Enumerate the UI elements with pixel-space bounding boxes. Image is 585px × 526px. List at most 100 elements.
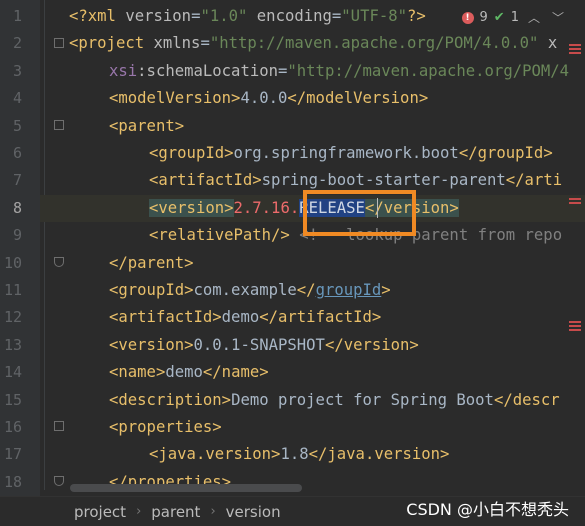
comment: <!-- lookup parent from repo [289, 226, 563, 245]
error-stripe-marker[interactable] [569, 198, 581, 200]
tag-open: <java.version> [149, 445, 281, 464]
equals: = [200, 34, 210, 53]
tag-close-start: </ [296, 281, 316, 299]
tag-content: com.example [193, 281, 297, 299]
breadcrumb-item[interactable]: version [226, 503, 281, 521]
line-number: 3 [12, 61, 22, 80]
line-number: 5 [12, 116, 22, 135]
line-number: 7 [12, 171, 22, 190]
inspection-widget[interactable]: ! 9 ✔ 1 ︿ ﹀ [461, 9, 568, 26]
error-stripe-marker[interactable] [569, 329, 581, 331]
error-icon: ! [461, 11, 474, 24]
attr-name: :schemaLocation [137, 61, 278, 80]
tag-open: <version> [109, 335, 194, 354]
equals: = [331, 7, 342, 25]
tag-open: <modelVersion> [109, 89, 241, 108]
tag-content: 1.8 [280, 445, 309, 464]
code-line-15[interactable]: <description>Demo project for Spring Boo… [109, 387, 560, 414]
code-line-16[interactable]: <properties> [109, 414, 222, 441]
tag-close: </modelVersion> [287, 89, 429, 108]
code-line-13[interactable]: <version>0.0.1-SNAPSHOT</version> [109, 332, 419, 359]
watermark: CSDN @小白不想秃头 [406, 500, 569, 519]
error-stripe-marker[interactable] [569, 325, 581, 327]
tag-open: <parent> [109, 116, 185, 135]
code-line-2[interactable]: <project xmlns="http://maven.apache.org/… [69, 30, 557, 57]
tag-open: <artifactId> [109, 308, 222, 327]
tag-open: <groupId> [109, 281, 194, 299]
breadcrumb-item[interactable]: parent [151, 503, 200, 521]
fold-open-icon[interactable] [54, 421, 64, 431]
line-number: 13 [3, 335, 22, 354]
code-line-1[interactable]: <?xml version="1.0" encoding="UTF-8"?> [69, 3, 426, 30]
xml-decl: <?xml [69, 7, 126, 25]
equals: = [278, 61, 288, 80]
code-line-8[interactable]: <version>2.7.16.RELEASE</version> [149, 195, 459, 222]
code-line-5[interactable]: <parent> [109, 113, 184, 140]
fold-open-icon[interactable] [54, 38, 64, 48]
code-line-9[interactable]: <relativePath/> <!-- lookup parent from … [149, 222, 562, 249]
tag-close: </name> [202, 363, 269, 382]
chevron-up-icon[interactable]: ︿ [525, 9, 543, 26]
line-number: 10 [3, 253, 22, 272]
version-number-error: 2.7.16. [233, 198, 300, 217]
attr-value: "http://maven.apache.org/POM/4 [287, 61, 570, 80]
error-stripe-marker[interactable] [569, 321, 581, 323]
fold-close-icon[interactable] [54, 257, 64, 267]
text-cursor [377, 198, 378, 218]
attr-name: x [538, 34, 558, 53]
breadcrumb-item[interactable]: project [74, 503, 126, 521]
chevron-down-icon[interactable]: ﹀ [549, 9, 567, 26]
horizontal-scrollbar[interactable] [70, 484, 302, 492]
error-count: 9 [479, 10, 488, 25]
ns-prefix: xsi [109, 61, 138, 80]
tag-open: <artifactId> [149, 171, 262, 190]
line-number: 11 [3, 281, 22, 299]
fold-close-icon[interactable] [54, 476, 64, 486]
code-line-14[interactable]: <name>demo</name> [109, 359, 269, 386]
fold-open-icon[interactable] [54, 120, 64, 130]
xml-decl-end: ?> [407, 7, 426, 25]
error-stripe-marker[interactable] [569, 202, 581, 204]
tag-open: <description> [109, 390, 232, 409]
error-stripe-marker[interactable] [569, 44, 581, 46]
line-number: 14 [3, 363, 22, 382]
tag-selfclose: <relativePath/> [149, 226, 290, 245]
gutter-separator [44, 0, 45, 490]
attr-name: xmlns [153, 34, 201, 53]
code-line-11[interactable]: <groupId>com.example</groupId> [109, 277, 391, 304]
line-number: 2 [12, 34, 22, 53]
line-number: 17 [3, 445, 22, 464]
tag-content: spring-boot-starter-parent [261, 171, 506, 190]
line-number: 8 [12, 198, 22, 217]
ok-count: 1 [510, 10, 519, 25]
tag-close: </java.version> [308, 445, 450, 464]
tag-close: </parent> [109, 253, 194, 272]
tag: <project [69, 34, 154, 53]
attr-value: "http://maven.apache.org/POM/4.0.0" [209, 34, 539, 53]
tag-close: </arti [505, 171, 563, 190]
line-number: 6 [12, 144, 22, 162]
code-line-18[interactable]: </properties> [109, 469, 231, 496]
check-icon: ✔ [493, 10, 505, 25]
attr-value: "1.0" [200, 7, 248, 25]
code-line-17[interactable]: <java.version>1.8</java.version> [149, 441, 449, 468]
tag-content: org.springframework.boot [233, 144, 459, 162]
tag-name-link[interactable]: groupId [316, 281, 382, 299]
code-line-12[interactable]: <artifactId>demo</artifactId> [109, 304, 381, 331]
line-number: 1 [12, 7, 22, 25]
tag-close: </descr [493, 390, 560, 409]
tag-open: <version> [149, 198, 234, 217]
code-line-4[interactable]: <modelVersion>4.0.0</modelVersion> [109, 85, 428, 112]
code-line-6[interactable]: <groupId>org.springframework.boot</group… [149, 140, 553, 167]
tag-open: <groupId> [149, 144, 234, 162]
tag-content: demo [221, 308, 260, 327]
code-line-3[interactable]: xsi:schemaLocation="http://maven.apache.… [109, 58, 569, 85]
line-number: 12 [3, 308, 22, 327]
error-stripe-marker[interactable] [569, 48, 581, 50]
code-line-10[interactable]: </parent> [109, 250, 194, 277]
tag-close: </version> [324, 335, 419, 354]
code-line-7[interactable]: <artifactId>spring-boot-starter-parent</… [149, 167, 562, 194]
tag-close-end: > [381, 281, 391, 299]
tag-close: </artifactId> [259, 308, 382, 327]
error-stripe-marker[interactable] [569, 52, 581, 54]
